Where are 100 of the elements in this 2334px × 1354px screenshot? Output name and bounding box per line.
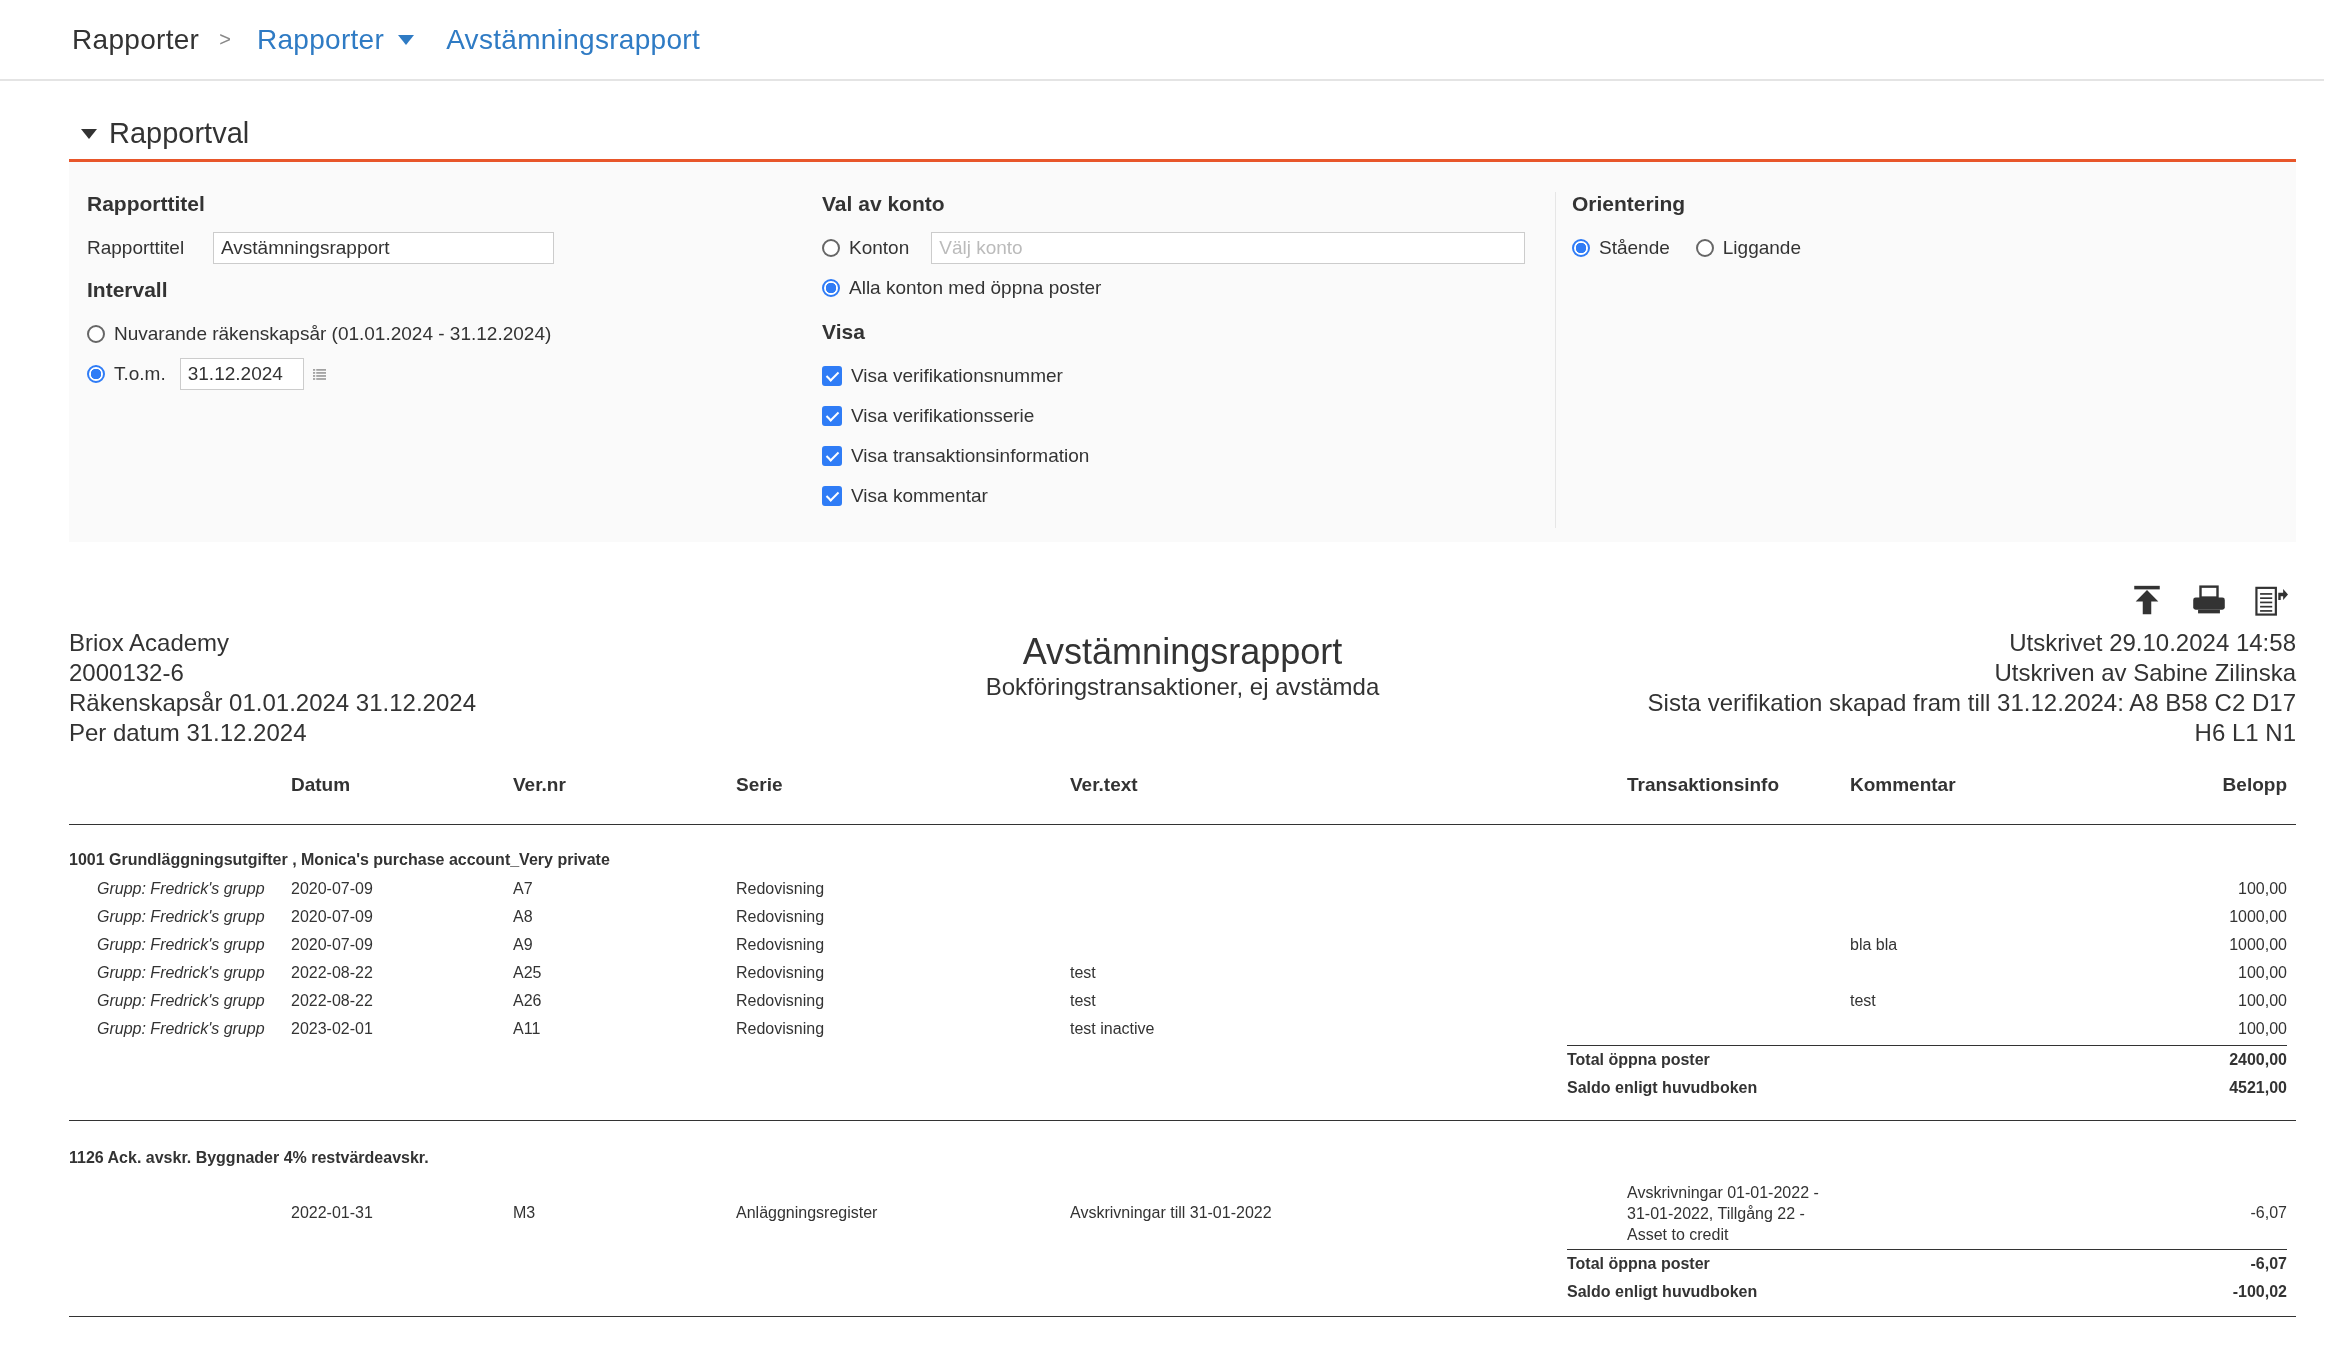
column-header: Kommentar	[1850, 774, 1957, 796]
total-label: Saldo enligt huvudboken	[1567, 1079, 1758, 1097]
checkbox-label[interactable]: Visa kommentar	[851, 485, 988, 507]
radio-label[interactable]: Stående	[1599, 237, 1670, 259]
checkbox[interactable]	[822, 406, 842, 426]
group-heading: Intervall	[87, 278, 169, 303]
table-cell: Redovisning	[736, 936, 825, 953]
table-cell: test	[1850, 992, 1876, 1009]
account-heading: 1126 Ack. avskr. Byggnader 4% restvärdeavskr.	[69, 1149, 430, 1167]
column-header: Transaktionsinfo	[1627, 774, 1781, 796]
table-cell: 2023-02-01	[291, 1020, 373, 1037]
radio-button[interactable]	[1695, 239, 1714, 257]
company-info-text: Briox Academy	[69, 628, 231, 658]
amount-cell: 100,00	[2238, 992, 2287, 1009]
print-info-text: Sista verifikation skapad fram till 31.12.2024: A8 B58 C2 D17	[1646, 688, 2296, 718]
title-field[interactable]: Avstämningsrapport	[213, 232, 554, 264]
radio-button[interactable]	[822, 239, 840, 257]
field-label: Rapporttitel	[87, 237, 186, 259]
table-cell: A9	[513, 936, 533, 953]
total-label: Saldo enligt huvudboken	[1567, 1283, 1758, 1301]
total-value: 4521,00	[2229, 1079, 2287, 1097]
company-info-text: Per datum 31.12.2024	[69, 718, 308, 748]
company-info-text: 2000132-6	[69, 658, 185, 688]
total-value: -100,02	[2232, 1283, 2287, 1301]
table-cell: Avskrivningar 01-01-2022 - 31-01-2022, Tillgång 22 - Asset to credit	[1627, 1183, 1819, 1243]
table-cell: Redovisning	[736, 964, 825, 981]
column-header: Serie	[736, 774, 784, 796]
list-icon[interactable]	[312, 368, 326, 380]
radio-button[interactable]	[87, 325, 105, 343]
checkbox[interactable]	[822, 446, 842, 466]
radio-label[interactable]: Liggande	[1722, 237, 1801, 259]
group-heading: Orientering	[1572, 192, 1687, 217]
amount-cell: 1000,00	[2229, 908, 2287, 925]
checkbox-label[interactable]: Visa verifikationsserie	[851, 405, 1035, 427]
table-cell: 2020-07-09	[291, 880, 373, 897]
group-cell: Grupp: Fredrick's grupp	[97, 1020, 265, 1037]
group-cell: Grupp: Fredrick's grupp	[97, 964, 265, 981]
table-cell: A8	[513, 908, 533, 925]
radio-label[interactable]: Nuvarande räkenskapsår (01.01.2024 - 31.12.2024)	[114, 323, 552, 345]
table-cell: A11	[513, 1020, 541, 1037]
group-cell: Grupp: Fredrick's grupp	[97, 936, 265, 953]
amount-cell: 100,00	[2238, 1020, 2287, 1037]
table-cell: 2022-08-22	[291, 992, 373, 1009]
table-cell: bla bla	[1850, 936, 1898, 953]
account-heading: 1001 Grundläggningsutgifter , Monica's purchase account_Very private	[69, 851, 611, 869]
amount-cell: 1000,00	[2229, 936, 2287, 953]
group-heading: Visa	[822, 320, 866, 345]
breadcrumb-item: Rapporter	[72, 23, 200, 56]
account-field[interactable]: Välj konto	[931, 232, 1526, 264]
group-heading: Val av konto	[822, 192, 946, 217]
table-cell: A26	[513, 992, 542, 1009]
report-subtitle: Bokföringstransaktioner, ej avstämda	[984, 672, 1381, 702]
amount-cell: -6,07	[2250, 1204, 2287, 1221]
table-cell: Redovisning	[736, 992, 825, 1009]
table-cell: Avskrivningar till 31-01-2022	[1070, 1204, 1272, 1221]
column-header: Ver.nr	[513, 774, 567, 796]
checkbox[interactable]	[822, 366, 842, 386]
column-header: Datum	[291, 774, 352, 796]
column-header: Ver.text	[1070, 774, 1139, 796]
breadcrumb-link[interactable]: Avstämningsrapport	[446, 23, 701, 56]
breadcrumb-link[interactable]: Rapporter	[256, 23, 385, 56]
radio-button[interactable]	[87, 365, 105, 383]
table-cell: A25	[513, 964, 542, 981]
group-cell: Grupp: Fredrick's grupp	[97, 992, 265, 1009]
table-cell: test inactive	[1070, 1020, 1155, 1037]
table-cell: Redovisning	[736, 1020, 825, 1037]
table-cell: Redovisning	[736, 880, 825, 897]
group-cell: Grupp: Fredrick's grupp	[97, 908, 265, 925]
table-cell: 2020-07-09	[291, 908, 373, 925]
table-cell: 2022-01-31	[291, 1204, 373, 1221]
table-cell: 2020-07-09	[291, 936, 373, 953]
table-cell: Redovisning	[736, 908, 825, 925]
date-field[interactable]: 31.12.2024	[179, 358, 304, 390]
print-info-text: Utskriven av Sabine Zilinska	[1993, 658, 2296, 688]
amount-cell: 100,00	[2238, 964, 2287, 981]
radio-label[interactable]: T.o.m.	[114, 363, 166, 385]
total-label: Total öppna poster	[1567, 1255, 1710, 1273]
print-info-text: Utskrivet 29.10.2024 14:58	[2008, 628, 2296, 658]
total-value: -6,07	[2250, 1255, 2287, 1273]
total-value: 2400,00	[2229, 1051, 2287, 1069]
breadcrumb-separator: >	[219, 28, 231, 51]
radio-label[interactable]: Konton	[849, 237, 910, 259]
radio-label[interactable]: Alla konton med öppna poster	[849, 277, 1102, 299]
radio-button[interactable]	[822, 279, 840, 297]
amount-cell: 100,00	[2238, 880, 2287, 897]
total-label: Total öppna poster	[1567, 1051, 1710, 1069]
checkbox-label[interactable]: Visa verifikationsnummer	[851, 365, 1063, 387]
table-cell: test	[1070, 964, 1096, 981]
table-cell: M3	[513, 1204, 536, 1221]
table-cell: test	[1070, 992, 1096, 1009]
radio-button[interactable]	[1572, 239, 1590, 257]
group-heading: Rapporttitel	[87, 192, 206, 217]
checkbox[interactable]	[822, 486, 842, 506]
table-cell: A7	[513, 880, 533, 897]
company-info-text: Räkenskapsår 01.01.2024 31.12.2024	[69, 688, 477, 718]
caret-icon[interactable]	[81, 129, 97, 139]
checkbox-label[interactable]: Visa transaktionsinformation	[851, 445, 1090, 467]
table-cell: 2022-08-22	[291, 964, 373, 981]
report-title: Avstämningsrapport	[1021, 632, 1344, 672]
section-title[interactable]: Rapportval	[109, 117, 250, 149]
